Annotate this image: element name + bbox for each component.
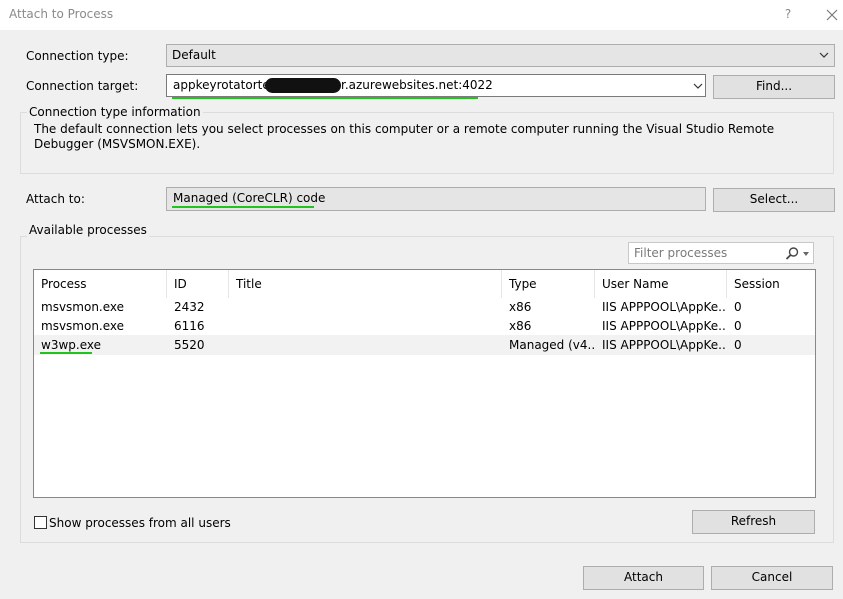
annotation-underline	[172, 206, 314, 208]
show-all-users-checkbox[interactable]	[34, 516, 47, 529]
connection-type-value: Default	[172, 48, 216, 62]
attach-to-label: Attach to:	[26, 192, 85, 206]
chevron-down-icon	[693, 83, 703, 89]
close-icon	[826, 9, 838, 21]
chevron-down-icon	[803, 252, 809, 256]
find-button[interactable]: Find...	[713, 75, 835, 99]
connection-type-label: Connection type:	[26, 49, 129, 63]
cell-process: msvsmon.exe	[41, 300, 125, 314]
connection-target-input[interactable]: appkeyrotatortest r.azurewebsites.net:40…	[166, 74, 706, 97]
connection-info-text: The default connection lets you select p…	[34, 122, 775, 151]
search-icon	[785, 247, 799, 260]
table-row[interactable]: w3wp.exe 5520 Managed (v4.... IIS APPPOO…	[34, 335, 815, 355]
cell-session: 0	[734, 300, 742, 314]
cell-process: msvsmon.exe	[41, 319, 125, 333]
redaction-mark	[265, 78, 341, 93]
cancel-button[interactable]: Cancel	[711, 566, 833, 590]
show-all-users-label[interactable]: Show processes from all users	[49, 515, 231, 531]
cell-type: Managed (v4....	[509, 338, 595, 352]
select-button[interactable]: Select...	[713, 188, 835, 212]
cell-id: 6116	[174, 319, 205, 333]
refresh-button[interactable]: Refresh	[692, 510, 815, 534]
help-button[interactable]: ?	[778, 5, 798, 25]
cell-id: 2432	[174, 300, 205, 314]
column-header-title[interactable]: Title	[229, 270, 502, 298]
available-processes-label: Available processes	[27, 223, 149, 237]
column-header-type[interactable]: Type	[502, 270, 595, 298]
cell-user-name: IIS APPPOOL\AppKe...	[602, 319, 727, 333]
column-header-session[interactable]: Session	[727, 270, 815, 298]
annotation-underline	[172, 97, 478, 99]
cell-process: w3wp.exe	[41, 338, 101, 352]
cell-type: x86	[509, 300, 532, 314]
cell-user-name: IIS APPPOOL\AppKe...	[602, 300, 727, 314]
column-header-id[interactable]: ID	[167, 270, 229, 298]
connection-target-value-suffix: r.azurewebsites.net:4022	[341, 78, 493, 92]
process-list[interactable]: Process ID Title Type User Name Session …	[33, 269, 816, 498]
table-row[interactable]: msvsmon.exe 6116 x86 IIS APPPOOL\AppKe..…	[34, 316, 815, 336]
cell-type: x86	[509, 319, 532, 333]
cell-session: 0	[734, 319, 742, 333]
annotation-underline	[40, 352, 92, 354]
filter-processes-input[interactable]: Filter processes	[628, 242, 814, 264]
connection-info-label: Connection type information	[27, 105, 203, 119]
cell-user-name: IIS APPPOOL\AppKe...	[602, 338, 727, 352]
column-header-user-name[interactable]: User Name	[595, 270, 727, 298]
connection-type-dropdown[interactable]: Default	[166, 44, 835, 67]
cell-id: 5520	[174, 338, 205, 352]
close-button[interactable]	[823, 6, 841, 24]
attach-button[interactable]: Attach	[583, 566, 704, 590]
column-header-process[interactable]: Process	[34, 270, 167, 298]
title-bar	[0, 0, 843, 30]
connection-target-label: Connection target:	[26, 79, 139, 93]
chevron-down-icon	[819, 52, 829, 58]
cell-session: 0	[734, 338, 742, 352]
window-title: Attach to Process	[9, 7, 114, 21]
table-row[interactable]: msvsmon.exe 2432 x86 IIS APPPOOL\AppKe..…	[34, 297, 815, 317]
filter-placeholder: Filter processes	[634, 246, 728, 260]
attach-to-value: Managed (CoreCLR) code	[173, 191, 326, 205]
